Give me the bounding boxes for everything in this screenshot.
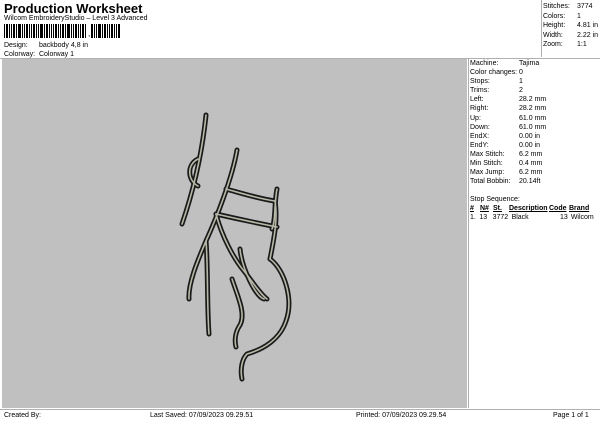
info-row: Trims: 2 [470,86,600,95]
info-label: Min Stitch: [470,160,503,168]
col-header: # [470,205,474,212]
stat-value: 1 [577,12,581,20]
stat-label: Stitches: [543,3,570,10]
row-code: 13 [560,214,568,221]
info-value: 20.14ft [519,178,541,186]
machine-info-panel: Machine: Tajima Color changes: 0 Stops: 1 T… [470,59,600,186]
info-row: Left: 28.2 mm [470,95,600,104]
design-value: backbody 4,8 in [38,42,88,49]
stats-divider [541,0,542,57]
created-by: Created By: [4,412,41,419]
info-value: 28.2 mm [519,96,547,104]
stat-label: Height: [543,22,566,30]
table-header: # N# St. Description Code Brand [470,204,598,213]
colorway-value: Colorway 1 [38,51,74,58]
stop-sequence-title: Stop Sequence: [470,196,520,203]
footer-divider [0,409,600,410]
table-row[interactable]: 1. 13 3772 Black 13 Wilcom [470,213,598,222]
row-stitch-count: 3772 [492,214,509,221]
page-title: Production Worksheet [4,1,143,16]
info-row: Color changes: 0 [470,68,600,77]
stat-zoom: Zoom: 1:1 [543,40,598,50]
col-header: Code [549,205,567,212]
design-stats: Stitches: 3774 Colors: 1 Height: 4.81 in Wi… [543,2,598,50]
info-row: Total Bobbin: 20.14ft [470,177,600,186]
design-preview-canvas[interactable] [2,59,467,408]
stat-width: Width: 2.22 in [543,31,598,41]
info-value: 0.00 in [519,141,541,149]
info-label: Machine: [470,60,499,67]
stat-label: Width: [543,31,563,39]
info-row: Machine: Tajima [470,59,600,68]
info-label: EndY: [470,141,489,149]
stat-height: Height: 4.81 in [543,21,598,31]
stat-value: 1:1 [577,41,587,49]
info-row: Stops: 1 [470,77,600,86]
info-label: Trims: [470,87,490,95]
info-row: EndX: 0.00 in [470,132,600,141]
info-row: Up: 61.0 mm [470,114,600,123]
row-description: Black [511,214,529,221]
info-label: Total Bobbin: [470,178,511,186]
stat-stitches: Stitches: 3774 [543,2,598,12]
info-row: EndY: 0.00 in [470,141,600,150]
barcode: , [4,24,126,38]
info-value: 1 [519,78,523,86]
row-brand: Wilcom [570,214,594,221]
info-label: Right: [470,105,489,113]
info-value: Tajima [519,60,540,67]
info-row: Max Stitch: 6.2 mm [470,150,600,159]
info-value: 0.4 mm [519,160,543,168]
info-value: 61.0 mm [519,123,547,131]
info-value: 2 [519,87,523,95]
info-value: 61.0 mm [519,114,547,122]
info-label: Down: [470,123,490,131]
col-header: N# [480,205,489,212]
info-value: 28.2 mm [519,105,547,113]
info-row: Down: 61.0 mm [470,123,600,132]
stat-colors: Colors: 1 [543,12,598,22]
stat-value: 2.22 in [577,31,599,39]
col-header: Description [509,205,548,212]
info-value: 0.00 in [519,132,541,140]
row-index: 1. [470,214,476,221]
stat-label: Zoom: [543,41,563,49]
stat-label: Colors: [543,12,566,20]
info-value: 0 [519,69,523,77]
panel-divider [468,59,469,408]
colorway-row: Colorway: Colorway 1 [4,51,74,58]
design-label: Design: [4,42,28,49]
info-label: Color changes: [470,69,518,77]
info-label: EndX: [470,132,490,140]
info-row: Min Stitch: 0.4 mm [470,159,600,168]
printed-date: Printed: 07/09/2023 09.29.54 [356,412,447,419]
info-label: Stops: [470,78,490,86]
info-row: Max Jump: 6.2 mm [470,168,600,177]
page-number: Page 1 of 1 [553,412,589,419]
info-label: Up: [470,114,481,122]
stat-value: 3774 [577,3,593,10]
info-row: Right: 28.2 mm [470,104,600,113]
design-row: Design: backbody 4,8 in [4,42,88,49]
row-stitches: 3772 [492,213,509,222]
stop-sequence-table: Stop Sequence: # N# St. Description Code… [470,195,598,222]
last-saved: Last Saved: 07/09/2023 09.29.51 [150,412,254,419]
info-value: 6.2 mm [519,150,543,158]
info-label: Left: [470,96,484,104]
info-label: Max Jump: [470,169,505,177]
info-label: Max Stitch: [470,150,505,158]
col-header: St. [493,205,502,212]
colorway-label: Colorway: [4,51,36,58]
col-header: Brand [569,205,590,212]
stat-value: 4.81 in [577,22,599,30]
software-subtitle: Wilcom EmbroideryStudio – Level 3 Advanc… [4,15,148,22]
info-value: 6.2 mm [519,169,543,177]
row-needle: 13 [479,214,488,221]
embroidery-design [179,112,292,382]
